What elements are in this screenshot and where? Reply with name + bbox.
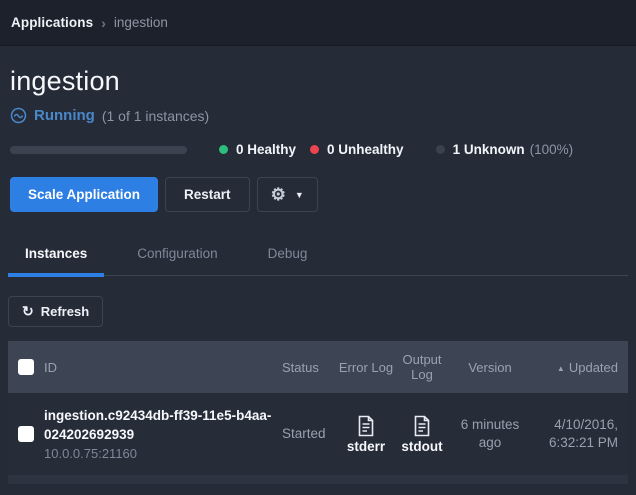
output-log-cell: stdout	[394, 409, 450, 460]
tab-instances[interactable]: Instances	[8, 236, 104, 275]
sort-ascending-icon: ▲	[557, 364, 565, 373]
page-header: ingestion Running (1 of 1 instances)	[0, 46, 636, 124]
column-header-version[interactable]: Version	[450, 354, 530, 381]
unknown-legend: 1 Unknown (100%)	[436, 142, 574, 157]
select-all-checkbox[interactable]	[18, 359, 34, 375]
instance-updated-timestamp: 4/10/2016, 6:32:21 PM	[530, 410, 628, 458]
page-title: ingestion	[10, 66, 626, 97]
healthy-legend: 0 Healthy	[219, 142, 296, 157]
unhealthy-count-label: 0 Unhealthy	[327, 142, 404, 157]
tab-debug[interactable]: Debug	[251, 236, 325, 275]
healthy-count-label: 0 Healthy	[236, 142, 296, 157]
column-header-id[interactable]: ID	[44, 354, 282, 381]
unhealthy-legend: 0 Unhealthy	[310, 142, 404, 157]
breadcrumb: Applications › ingestion	[0, 0, 636, 46]
scale-application-button[interactable]: Scale Application	[10, 177, 158, 212]
settings-dropdown-button[interactable]: ⚙ ▼	[257, 177, 318, 212]
column-header-output-log[interactable]: Output Log	[394, 346, 450, 388]
refresh-button[interactable]: ↻ Refresh	[8, 296, 103, 327]
unknown-percent-label: (100%)	[530, 142, 574, 157]
document-icon	[412, 415, 432, 437]
health-progress-bar	[10, 146, 187, 154]
column-header-error-log[interactable]: Error Log	[338, 354, 394, 381]
updated-header-label: Updated	[569, 360, 618, 375]
instance-id: ingestion.c92434db-ff39-11e5-b4aa-024202…	[44, 407, 272, 443]
healthy-dot-icon	[219, 145, 228, 154]
unknown-count-label: 1 Unknown	[453, 142, 525, 157]
running-pulse-icon	[10, 107, 27, 124]
unhealthy-dot-icon	[310, 145, 319, 154]
row-checkbox[interactable]	[18, 426, 34, 442]
table-row: ingestion.c92434db-ff39-11e5-b4aa-024202…	[8, 393, 628, 475]
caret-down-icon: ▼	[295, 190, 304, 200]
app-status-line: Running (1 of 1 instances)	[10, 107, 626, 124]
document-icon	[356, 415, 376, 437]
app-status-text: Running	[34, 107, 95, 124]
gear-icon: ⚙	[271, 186, 286, 203]
instance-id-cell: ingestion.c92434db-ff39-11e5-b4aa-024202…	[44, 401, 282, 466]
breadcrumb-applications-link[interactable]: Applications	[11, 15, 93, 30]
table-header-row: ID Status Error Log Output Log Version ▲…	[8, 341, 628, 393]
row-select-cell	[8, 420, 44, 448]
restart-button[interactable]: Restart	[165, 177, 250, 212]
instance-count-note: (1 of 1 instances)	[102, 108, 209, 124]
column-header-updated[interactable]: ▲ Updated	[530, 354, 628, 381]
instances-toolbar: ↻ Refresh	[0, 276, 636, 341]
tab-bar: Instances Configuration Debug	[8, 236, 628, 276]
table-footer-strip	[8, 475, 628, 484]
application-detail-page: Applications › ingestion ingestion Runni…	[0, 0, 636, 495]
stdout-label: stdout	[401, 439, 442, 454]
instance-status: Started	[282, 419, 338, 449]
stdout-log-link[interactable]: stdout	[401, 415, 442, 454]
tab-configuration[interactable]: Configuration	[120, 236, 234, 275]
refresh-icon: ↻	[22, 303, 34, 320]
instance-address: 10.0.0.75:21160	[44, 446, 272, 461]
select-all-cell	[8, 353, 44, 381]
stderr-label: stderr	[347, 439, 385, 454]
stderr-log-link[interactable]: stderr	[347, 415, 385, 454]
error-log-cell: stderr	[338, 409, 394, 460]
breadcrumb-current-app: ingestion	[114, 15, 168, 30]
health-summary: 0 Healthy 0 Unhealthy 1 Unknown (100%)	[0, 142, 636, 157]
unknown-dot-icon	[436, 145, 445, 154]
action-button-group: Scale Application Restart ⚙ ▼	[0, 177, 636, 212]
refresh-label: Refresh	[41, 304, 89, 319]
chevron-right-icon: ›	[101, 15, 106, 31]
instance-version: 6 minutes ago	[450, 410, 530, 458]
column-header-status[interactable]: Status	[282, 354, 338, 381]
instances-table: ID Status Error Log Output Log Version ▲…	[8, 341, 628, 484]
